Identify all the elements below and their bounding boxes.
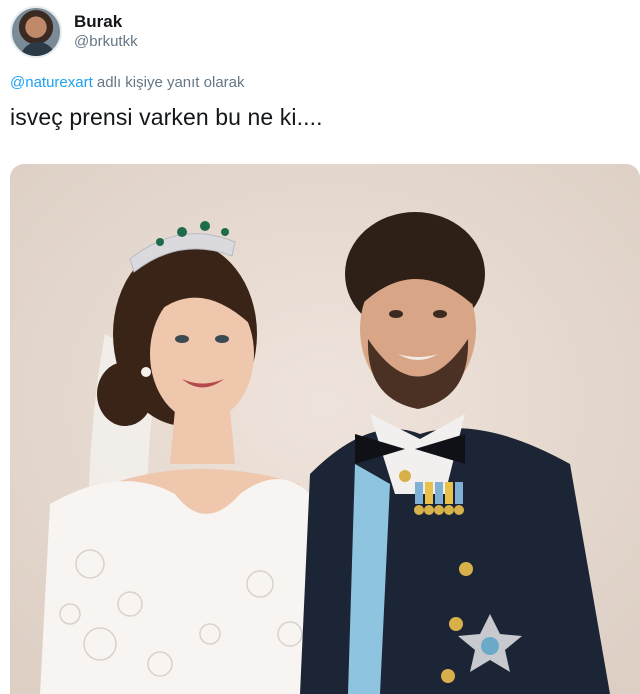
medal-ribbons bbox=[414, 482, 464, 515]
wedding-photo-illustration bbox=[10, 164, 640, 694]
bride-eye bbox=[175, 335, 189, 343]
bride-neck bbox=[170, 409, 235, 464]
tiara-emerald bbox=[221, 228, 229, 236]
author-names: Burak @brkutkk bbox=[74, 12, 138, 52]
tiara-emerald bbox=[200, 221, 210, 231]
bride-earring bbox=[141, 367, 151, 377]
uniform-button bbox=[441, 669, 455, 683]
star-order-center bbox=[481, 637, 499, 655]
tweet-text: isveç prensi varken bu ne ki.... bbox=[10, 104, 323, 130]
reply-suffix: adlı kişiye yanıt olarak bbox=[92, 74, 245, 91]
tiara-emerald bbox=[177, 227, 187, 237]
wedding-dress bbox=[40, 479, 320, 694]
tweet-header: Burak @brkutkk bbox=[10, 4, 138, 60]
uniform-button bbox=[449, 617, 463, 631]
reply-mention-link[interactable]: @naturexart bbox=[10, 74, 93, 91]
groom-eye bbox=[433, 310, 447, 318]
avatar-shirt bbox=[20, 42, 56, 56]
collar-order bbox=[399, 470, 411, 482]
display-name[interactable]: Burak bbox=[74, 12, 138, 32]
tweet-photo[interactable] bbox=[10, 164, 640, 694]
uniform-button bbox=[459, 562, 473, 576]
tiara-emerald bbox=[156, 238, 164, 246]
tweet-card: Burak @brkutkk @naturexart adlı kişiye y… bbox=[0, 0, 640, 694]
bride-eye bbox=[215, 335, 229, 343]
avatar[interactable] bbox=[10, 6, 62, 58]
reply-context: @naturexart adlı kişiye yanıt olarak bbox=[10, 74, 245, 91]
groom-eye bbox=[389, 310, 403, 318]
groom-uniform bbox=[300, 428, 610, 694]
user-handle[interactable]: @brkutkk bbox=[74, 32, 138, 52]
